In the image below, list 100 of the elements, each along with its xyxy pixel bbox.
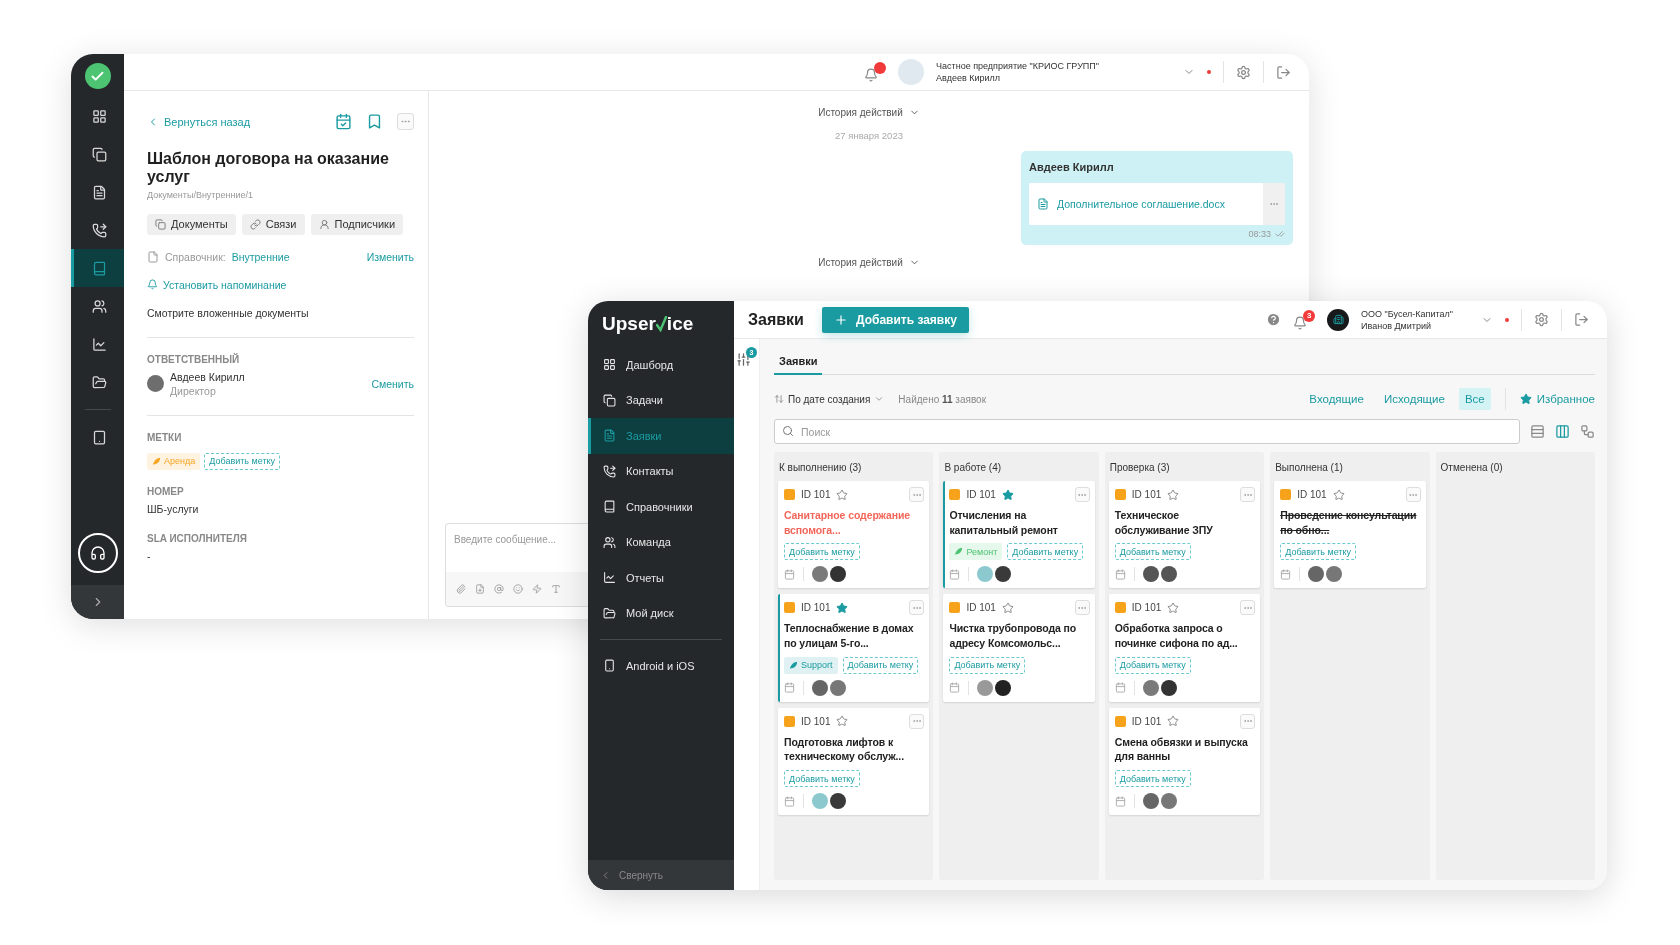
text-format-icon[interactable] [551, 584, 561, 594]
notifications-icon[interactable] [864, 68, 879, 82]
favorites-button[interactable]: Избранное [1519, 393, 1595, 405]
view-button[interactable] [1580, 424, 1595, 439]
add-tag-button[interactable]: Добавить метку [1007, 543, 1084, 561]
section-button[interactable]: Связи [241, 213, 305, 235]
sidebar-item[interactable] [71, 249, 124, 287]
directory-link[interactable]: Внутренние [231, 250, 290, 263]
at-sign-icon[interactable] [494, 584, 504, 594]
change-link[interactable]: Сменить [371, 377, 414, 390]
nav-item[interactable]: Задачи [588, 382, 734, 418]
add-tag-button[interactable]: Добавить метку [1114, 656, 1191, 674]
tab[interactable]: Заявки [774, 349, 823, 375]
add-tag-button[interactable]: Добавить метку [784, 543, 860, 561]
star-button[interactable] [836, 601, 849, 614]
tag[interactable]: Support [784, 656, 838, 674]
message-composer[interactable]: Введите сообщение... [445, 523, 588, 607]
file-plus-icon[interactable] [475, 584, 485, 594]
add-tag-button[interactable]: Добавить метку [842, 656, 919, 674]
settings-icon[interactable] [1236, 64, 1251, 80]
back-link[interactable]: Вернуться назад [147, 115, 251, 128]
filter-tab[interactable]: Исходящие [1377, 388, 1451, 410]
star-button[interactable] [1167, 715, 1180, 728]
ticket-card[interactable]: ID 101 Смена обвязки и выпуска для ванны Добавить метку [1108, 707, 1261, 816]
settings-icon[interactable] [1534, 312, 1549, 327]
ticket-card[interactable]: ID 101 Чистка трубопровода по адресу Комсомольс... Добавить метку [943, 594, 1095, 702]
more-button[interactable] [909, 713, 925, 729]
calendar-icon[interactable] [1114, 795, 1126, 807]
ticket-card[interactable]: ID 101 Техническое обслуживание ЗПУ Добавить метку [1108, 481, 1261, 589]
logout-icon[interactable] [1574, 312, 1589, 327]
nav-item[interactable]: Справочники [588, 489, 734, 525]
filter-tab[interactable]: Входящие [1303, 388, 1370, 410]
ticket-card[interactable]: ID 101 Проведение консультации по обно... Добавить метку [1274, 481, 1426, 589]
add-tag-button[interactable]: Добавить метку [1280, 543, 1357, 561]
message-input[interactable]: Введите сообщение... [446, 524, 588, 555]
calendar-icon[interactable] [1114, 568, 1126, 580]
star-button[interactable] [1332, 488, 1345, 501]
star-button[interactable] [1001, 488, 1014, 501]
more-button[interactable] [1074, 600, 1090, 616]
more-button[interactable] [1074, 487, 1090, 502]
calendar-icon[interactable] [335, 113, 352, 130]
lightning-icon[interactable] [532, 584, 542, 594]
notifications-icon[interactable] [1293, 315, 1308, 330]
bookmark-icon[interactable] [366, 113, 383, 130]
nav-item[interactable]: Команда [588, 524, 734, 560]
star-button[interactable] [1167, 601, 1180, 614]
add-tag-button[interactable]: Добавить метку [1114, 543, 1191, 561]
history-toggle[interactable]: История действий [818, 107, 920, 118]
calendar-icon[interactable] [784, 568, 795, 580]
star-button[interactable] [1001, 601, 1014, 614]
calendar-icon[interactable] [784, 795, 795, 807]
paperclip-icon[interactable] [456, 584, 466, 594]
section-button[interactable]: Документы [147, 213, 236, 235]
nav-item[interactable]: Заявки [588, 418, 734, 454]
calendar-icon[interactable] [1280, 568, 1292, 580]
collapse-button[interactable]: Свернуть [588, 860, 734, 890]
star-button[interactable] [836, 715, 849, 728]
more-button[interactable] [1240, 600, 1256, 616]
more-button[interactable] [397, 113, 414, 130]
reminder-link[interactable]: Установить напоминание [147, 278, 287, 291]
calendar-icon[interactable] [784, 682, 795, 694]
sort-dropdown[interactable]: По дате создания [774, 393, 885, 405]
view-button[interactable] [1530, 424, 1545, 439]
more-button[interactable] [1240, 713, 1256, 729]
tag[interactable]: Ремонт [949, 543, 1003, 561]
nav-item[interactable]: Отчеты [588, 560, 734, 596]
star-button[interactable] [1167, 488, 1180, 501]
nav-item[interactable]: Контакты [588, 453, 734, 489]
history-toggle[interactable]: История действий [818, 257, 920, 268]
star-button[interactable] [836, 488, 849, 501]
ticket-card[interactable]: ID 101 Санитарное содержание вспомога... Добавить метку [778, 481, 930, 589]
logout-icon[interactable] [1276, 64, 1291, 80]
filter-tab[interactable]: Все [1458, 388, 1491, 410]
ticket-card[interactable]: ID 101 Теплоснабжение в домах по улицам 5-го... Support Добавить метку [778, 594, 930, 702]
nav-item[interactable]: Мой диск [588, 595, 734, 631]
more-button[interactable] [909, 487, 925, 502]
add-tag-button[interactable]: Добавить метку [784, 770, 860, 788]
more-button[interactable] [1405, 487, 1421, 502]
ticket-card[interactable]: ID 101 Подготовка лифтов к техническому обслуж... Добавить метку [778, 707, 930, 816]
help-icon[interactable] [1266, 312, 1282, 327]
ticket-card[interactable]: ID 101 Обработка запроса о починке сифона по ад... Добавить метку [1108, 594, 1261, 702]
view-button[interactable] [1555, 424, 1570, 439]
add-ticket-button[interactable]: Добавить заявку [821, 306, 969, 333]
ticket-card[interactable]: ID 101 Отчисления на капитальный ремонт Ремонт Добавить метку [943, 481, 1095, 589]
more-button[interactable] [1240, 487, 1256, 502]
add-tag-button[interactable]: Добавить метку [204, 452, 281, 470]
search-field[interactable]: Поиск [774, 419, 1520, 444]
change-link[interactable]: Изменить [366, 250, 414, 263]
more-button[interactable] [909, 600, 925, 616]
support-button[interactable] [77, 533, 118, 573]
tag[interactable]: Аренда [147, 452, 201, 470]
emoji-icon[interactable] [513, 584, 523, 594]
calendar-icon[interactable] [949, 682, 961, 694]
add-tag-button[interactable]: Добавить метку [1114, 770, 1191, 788]
nav-item[interactable]: Android и iOS [588, 648, 734, 684]
expand-button[interactable] [71, 585, 124, 619]
section-button[interactable]: Подписчики [310, 213, 404, 235]
calendar-icon[interactable] [1114, 682, 1126, 694]
nav-item[interactable]: Дашборд [588, 347, 734, 383]
calendar-icon[interactable] [949, 568, 961, 580]
